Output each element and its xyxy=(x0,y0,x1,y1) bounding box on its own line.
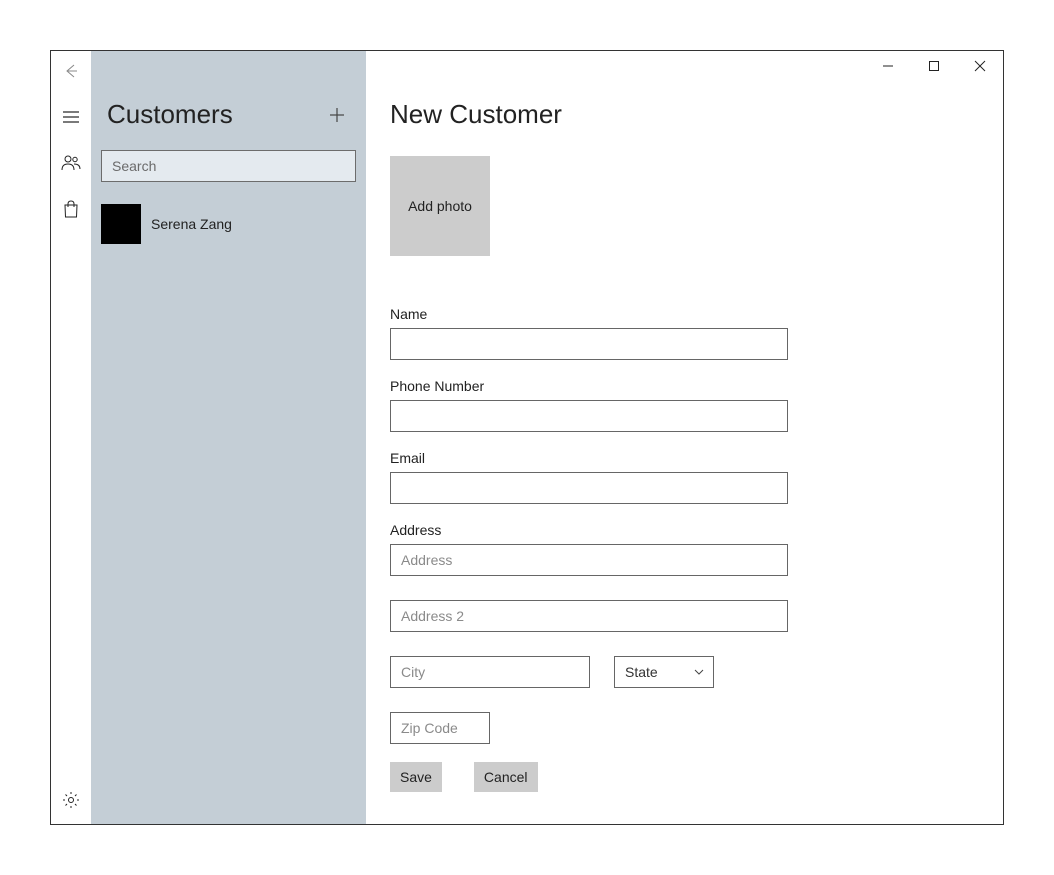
plus-icon xyxy=(328,106,346,124)
save-button[interactable]: Save xyxy=(390,762,442,792)
phone-input[interactable] xyxy=(390,400,788,432)
add-customer-button[interactable] xyxy=(324,102,350,128)
list-item[interactable]: Serena Zang xyxy=(101,202,356,246)
back-button[interactable] xyxy=(61,61,81,81)
window-controls xyxy=(865,51,1003,81)
settings-nav[interactable] xyxy=(61,790,81,810)
sidebar-title: Customers xyxy=(107,99,233,130)
sidebar: Customers Serena Zang xyxy=(91,51,366,824)
maximize-icon xyxy=(928,60,940,72)
name-label: Name xyxy=(390,306,1003,322)
hamburger-icon xyxy=(62,110,80,124)
address2-input[interactable] xyxy=(390,600,788,632)
maximize-button[interactable] xyxy=(911,51,957,81)
form-actions: Save Cancel xyxy=(390,762,1003,792)
zip-input[interactable] xyxy=(390,712,490,744)
close-icon xyxy=(974,60,986,72)
chevron-down-icon xyxy=(693,668,705,676)
add-photo-label: Add photo xyxy=(408,198,472,214)
state-placeholder: State xyxy=(625,664,658,680)
nav-rail xyxy=(51,51,91,824)
orders-nav[interactable] xyxy=(61,199,81,219)
page-title: New Customer xyxy=(390,99,1003,130)
sidebar-header: Customers xyxy=(91,51,366,150)
customer-name: Serena Zang xyxy=(151,216,232,232)
city-input[interactable] xyxy=(390,656,590,688)
address-group: Address State xyxy=(390,522,1003,744)
state-select[interactable]: State xyxy=(614,656,714,688)
avatar xyxy=(101,204,141,244)
back-arrow-icon xyxy=(62,62,80,80)
app-window: Customers Serena Zang New Customer Add p… xyxy=(50,50,1004,825)
phone-group: Phone Number xyxy=(390,378,1003,432)
gear-icon xyxy=(62,791,80,809)
search-input[interactable] xyxy=(101,150,356,182)
name-group: Name xyxy=(390,306,1003,360)
phone-label: Phone Number xyxy=(390,378,1003,394)
email-group: Email xyxy=(390,450,1003,504)
address-input[interactable] xyxy=(390,544,788,576)
close-button[interactable] xyxy=(957,51,1003,81)
email-input[interactable] xyxy=(390,472,788,504)
customers-nav[interactable] xyxy=(61,153,81,173)
cancel-button[interactable]: Cancel xyxy=(474,762,538,792)
menu-button[interactable] xyxy=(61,107,81,127)
main-content: New Customer Add photo Name Phone Number… xyxy=(366,51,1003,824)
minimize-button[interactable] xyxy=(865,51,911,81)
address-label: Address xyxy=(390,522,1003,538)
customer-list: Serena Zang xyxy=(91,192,366,246)
minimize-icon xyxy=(882,60,894,72)
people-icon xyxy=(61,154,81,172)
add-photo-button[interactable]: Add photo xyxy=(390,156,490,256)
email-label: Email xyxy=(390,450,1003,466)
shopping-bag-icon xyxy=(63,200,79,218)
name-input[interactable] xyxy=(390,328,788,360)
search-wrap xyxy=(91,150,366,192)
